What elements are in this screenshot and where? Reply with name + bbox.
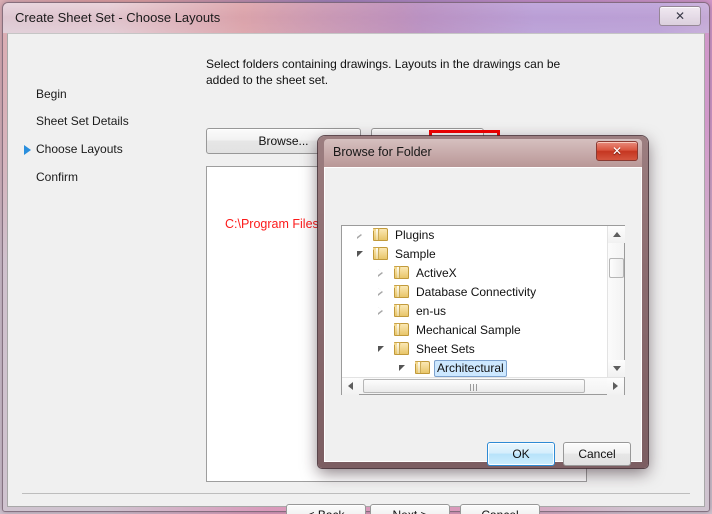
chevron-down-icon[interactable] [357, 251, 363, 257]
tree-item-en-us[interactable]: en-us [342, 302, 607, 321]
chevron-right-icon[interactable] [378, 307, 383, 315]
next-button[interactable]: Next > [370, 504, 450, 514]
tree-item-label: Plugins [395, 228, 435, 242]
folder-icon [394, 342, 409, 356]
tree-horizontal-scroll-thumb[interactable] [363, 379, 585, 393]
wizard-step-nav: Begin Sheet Set Details Choose Layouts C… [8, 34, 193, 506]
browse-dialog-titlebar: Browse for Folder ✕ [324, 139, 642, 167]
tree-item-label: Sample [395, 247, 436, 261]
chevron-right-icon[interactable] [378, 288, 383, 296]
sidebar-item-sheet-set-details[interactable]: Sheet Set Details [36, 114, 129, 128]
folder-tree-rows: Plugins Sample ActiveX Database Connectivit… [342, 226, 607, 394]
browse-close-icon[interactable]: ✕ [596, 141, 638, 161]
tree-item-database-connectivity[interactable]: Database Connectivity [342, 283, 607, 302]
sidebar-item-confirm[interactable]: Confirm [36, 170, 78, 184]
tree-vertical-scrollbar[interactable] [607, 226, 625, 377]
tree-vertical-scroll-thumb[interactable] [609, 258, 624, 278]
sidebar-item-begin[interactable]: Begin [36, 87, 67, 101]
tree-item-label: Database Connectivity [416, 285, 537, 299]
browse-cancel-button[interactable]: Cancel [563, 442, 631, 466]
folder-icon [394, 285, 409, 299]
tree-item-architectural[interactable]: Architectural [342, 359, 607, 378]
browse-dialog-title: Browse for Folder [333, 145, 432, 159]
tree-item-activex[interactable]: ActiveX [342, 264, 607, 283]
chevron-down-icon[interactable] [399, 365, 405, 371]
tree-item-plugins[interactable]: Plugins [342, 226, 607, 245]
folder-icon [394, 323, 409, 337]
folder-icon [373, 228, 388, 242]
folder-tree[interactable]: Plugins Sample ActiveX Database Connectivit… [341, 225, 625, 395]
window-titlebar: Create Sheet Set - Choose Layouts ✕ [3, 3, 709, 33]
tree-item-mechanical-sample[interactable]: Mechanical Sample [342, 321, 607, 340]
scroll-right-icon[interactable] [607, 378, 624, 395]
browse-close-glyph: ✕ [611, 144, 623, 158]
chevron-right-icon[interactable] [378, 269, 383, 277]
close-glyph: ✕ [674, 9, 686, 23]
back-button[interactable]: < Back [286, 504, 366, 514]
folder-icon [394, 266, 409, 280]
footer-divider [22, 493, 690, 494]
browse-for-folder-dialog: Browse for Folder ✕ Plugins Sample ActiveX… [318, 136, 648, 468]
tree-horizontal-scrollbar[interactable] [342, 377, 624, 395]
chevron-down-icon[interactable] [378, 346, 384, 352]
folder-icon [415, 361, 430, 375]
folder-icon [373, 247, 388, 261]
browse-dialog-client: Plugins Sample ActiveX Database Connectivit… [324, 167, 642, 466]
tree-item-sheet-sets[interactable]: Sheet Sets [342, 340, 607, 359]
tree-item-label: Mechanical Sample [416, 323, 521, 337]
scroll-down-icon[interactable] [608, 360, 625, 377]
scroll-up-icon[interactable] [608, 226, 625, 243]
sidebar-item-choose-layouts[interactable]: Choose Layouts [36, 142, 123, 156]
scroll-left-icon[interactable] [342, 378, 359, 395]
close-icon[interactable]: ✕ [659, 6, 701, 26]
tree-item-label: Architectural [434, 360, 507, 377]
tree-item-sample[interactable]: Sample [342, 245, 607, 264]
chevron-right-icon[interactable] [357, 231, 362, 239]
tree-item-label: en-us [416, 304, 447, 318]
instructions-text: Select folders containing drawings. Layo… [206, 57, 561, 87]
folder-icon [394, 304, 409, 318]
tree-item-label: ActiveX [416, 266, 457, 280]
tree-item-label: Sheet Sets [416, 342, 475, 356]
current-step-arrow-icon [24, 145, 31, 155]
ok-button[interactable]: OK [487, 442, 555, 466]
cancel-button[interactable]: Cancel [460, 504, 540, 514]
window-title: Create Sheet Set - Choose Layouts [15, 10, 221, 25]
